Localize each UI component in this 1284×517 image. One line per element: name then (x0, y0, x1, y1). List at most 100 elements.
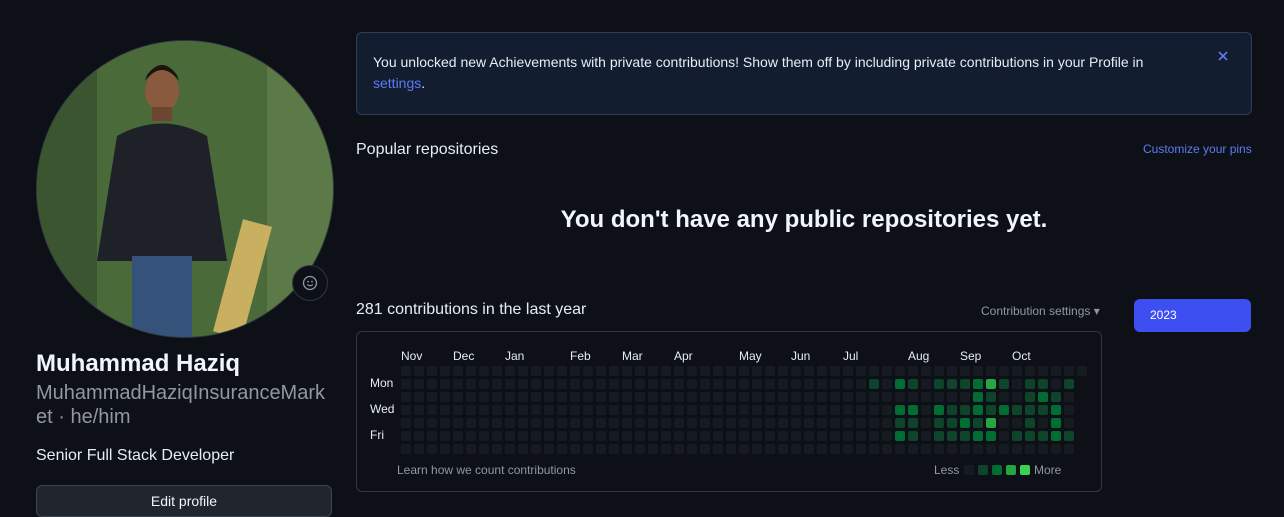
contribution-day[interactable] (960, 366, 970, 376)
contribution-day[interactable] (830, 418, 840, 428)
contribution-day[interactable] (973, 392, 983, 402)
contribution-day[interactable] (947, 405, 957, 415)
contribution-day[interactable] (1051, 405, 1061, 415)
contribution-day[interactable] (401, 392, 411, 402)
contribution-day[interactable] (414, 418, 424, 428)
contribution-day[interactable] (648, 379, 658, 389)
contribution-day[interactable] (570, 444, 580, 454)
contribution-day[interactable] (739, 379, 749, 389)
contribution-day[interactable] (661, 405, 671, 415)
contribution-day[interactable] (440, 379, 450, 389)
contribution-day[interactable] (713, 444, 723, 454)
contribution-day[interactable] (544, 392, 554, 402)
contribution-day[interactable] (830, 444, 840, 454)
contribution-day[interactable] (1038, 366, 1048, 376)
contribution-day[interactable] (414, 405, 424, 415)
contribution-day[interactable] (492, 405, 502, 415)
contribution-day[interactable] (557, 405, 567, 415)
contribution-day[interactable] (583, 444, 593, 454)
contribution-day[interactable] (635, 444, 645, 454)
contribution-day[interactable] (856, 418, 866, 428)
contribution-day[interactable] (739, 444, 749, 454)
contribution-day[interactable] (856, 379, 866, 389)
contribution-day[interactable] (427, 431, 437, 441)
contribution-day[interactable] (739, 392, 749, 402)
contribution-day[interactable] (466, 405, 476, 415)
contribution-day[interactable] (414, 366, 424, 376)
contribution-day[interactable] (557, 418, 567, 428)
contribution-day[interactable] (882, 431, 892, 441)
contribution-day[interactable] (778, 444, 788, 454)
contribution-day[interactable] (466, 366, 476, 376)
contribution-day[interactable] (960, 392, 970, 402)
contribution-day[interactable] (505, 431, 515, 441)
contribution-day[interactable] (804, 444, 814, 454)
contribution-day[interactable] (778, 431, 788, 441)
contribution-day[interactable] (687, 392, 697, 402)
learn-contributions-link[interactable]: Learn how we count contributions (397, 463, 576, 477)
contribution-day[interactable] (557, 444, 567, 454)
contribution-day[interactable] (1012, 431, 1022, 441)
contribution-day[interactable] (518, 366, 528, 376)
contribution-day[interactable] (635, 392, 645, 402)
contribution-day[interactable] (518, 405, 528, 415)
contribution-day[interactable] (466, 444, 476, 454)
contribution-day[interactable] (947, 444, 957, 454)
contribution-day[interactable] (1025, 379, 1035, 389)
contribution-day[interactable] (453, 418, 463, 428)
contribution-day[interactable] (609, 431, 619, 441)
contribution-day[interactable] (583, 366, 593, 376)
contribution-day[interactable] (830, 431, 840, 441)
contribution-day[interactable] (908, 366, 918, 376)
contribution-day[interactable] (1025, 405, 1035, 415)
contribution-day[interactable] (882, 405, 892, 415)
contribution-day[interactable] (635, 366, 645, 376)
contribution-day[interactable] (700, 379, 710, 389)
contribution-day[interactable] (1051, 379, 1061, 389)
contribution-day[interactable] (453, 405, 463, 415)
contribution-day[interactable] (986, 444, 996, 454)
contribution-day[interactable] (648, 405, 658, 415)
contribution-day[interactable] (505, 392, 515, 402)
contribution-day[interactable] (986, 392, 996, 402)
contribution-day[interactable] (934, 418, 944, 428)
contribution-day[interactable] (583, 379, 593, 389)
contribution-day[interactable] (414, 379, 424, 389)
contribution-day[interactable] (999, 418, 1009, 428)
contribution-day[interactable] (427, 444, 437, 454)
contribution-day[interactable] (869, 444, 879, 454)
contribution-day[interactable] (765, 418, 775, 428)
contribution-day[interactable] (1038, 444, 1048, 454)
contribution-day[interactable] (635, 418, 645, 428)
contribution-day[interactable] (934, 405, 944, 415)
contribution-day[interactable] (778, 379, 788, 389)
contribution-day[interactable] (986, 366, 996, 376)
contribution-day[interactable] (739, 366, 749, 376)
contribution-day[interactable] (622, 366, 632, 376)
contribution-day[interactable] (908, 392, 918, 402)
contribution-day[interactable] (622, 379, 632, 389)
contribution-day[interactable] (505, 366, 515, 376)
contribution-day[interactable] (492, 418, 502, 428)
contribution-day[interactable] (570, 379, 580, 389)
contribution-day[interactable] (1051, 431, 1061, 441)
contribution-day[interactable] (895, 366, 905, 376)
contribution-day[interactable] (817, 392, 827, 402)
contribution-day[interactable] (609, 379, 619, 389)
contribution-day[interactable] (960, 405, 970, 415)
contribution-day[interactable] (401, 418, 411, 428)
contribution-day[interactable] (778, 366, 788, 376)
contribution-day[interactable] (440, 366, 450, 376)
contribution-day[interactable] (921, 379, 931, 389)
contribution-day[interactable] (687, 405, 697, 415)
contribution-day[interactable] (726, 444, 736, 454)
contribution-day[interactable] (752, 379, 762, 389)
contribution-day[interactable] (1038, 392, 1048, 402)
contribution-day[interactable] (635, 379, 645, 389)
contribution-day[interactable] (505, 444, 515, 454)
contribution-day[interactable] (427, 405, 437, 415)
contribution-day[interactable] (999, 405, 1009, 415)
contribution-day[interactable] (440, 444, 450, 454)
contribution-day[interactable] (947, 418, 957, 428)
contribution-day[interactable] (960, 431, 970, 441)
